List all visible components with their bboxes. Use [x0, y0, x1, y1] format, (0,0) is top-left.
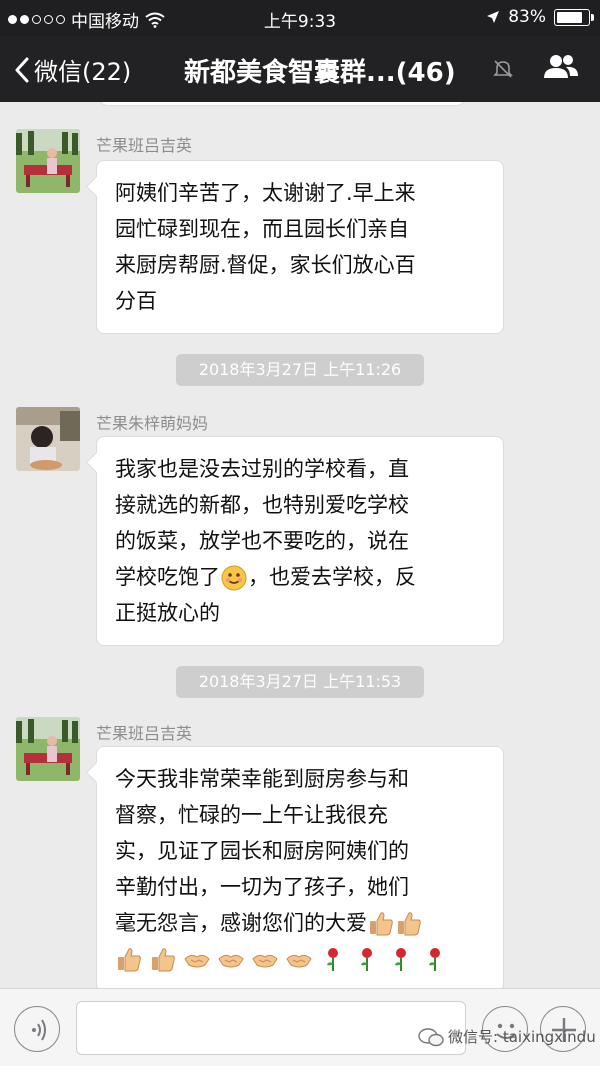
handshake-emoji — [218, 954, 244, 968]
wechat-logo-icon — [418, 1027, 444, 1046]
message-bubble[interactable]: 我家也是没去过别的学校看，直 接就选的新都，也特别爱吃学校 的饭菜，放学也不要吃… — [96, 436, 504, 646]
battery-icon — [554, 8, 594, 26]
thumbs-up-emoji — [118, 948, 141, 972]
handshake-emoji — [184, 954, 210, 968]
thumbs-up-emoji — [370, 912, 393, 936]
message-input[interactable] — [76, 1001, 466, 1055]
thumbs-up-emoji — [152, 948, 175, 972]
message-line: 阿姨们辛苦了，太谢谢了.早上来 — [115, 181, 416, 205]
message-line: 毫无怨言，感谢您们的大爱 — [115, 905, 485, 941]
voice-input-button[interactable] — [14, 1006, 60, 1052]
emoji-row — [115, 941, 485, 977]
sender-name: 芒果班吕吉英 — [96, 136, 193, 155]
sender-name: 芒果班吕吉英 — [96, 724, 193, 743]
smile-emoji — [221, 565, 247, 591]
message-line: 接就选的新都，也特别爱吃学校 — [115, 493, 409, 517]
message-line: 正挺放心的 — [115, 601, 220, 625]
rose-emoji — [429, 948, 440, 971]
message-line: 的饭菜，放学也不要吃的，说在 — [115, 529, 409, 553]
rose-emoji — [361, 948, 372, 971]
previous-message-bubble — [98, 102, 466, 106]
message-line: 学校吃饱了 ，也爱去学校，反 — [115, 559, 485, 595]
back-button[interactable]: 微信(22) — [14, 52, 131, 87]
back-label: 微信(22) — [34, 58, 132, 86]
voice-wave-icon — [32, 1019, 46, 1041]
message-line: 实，见证了园长和厨房阿姨们的 — [115, 839, 409, 863]
location-arrow-icon — [487, 11, 500, 23]
timestamp-badge: 2018年3月27日 上午11:26 — [176, 354, 424, 386]
rose-emoji — [327, 948, 338, 971]
handshake-emoji — [252, 954, 278, 968]
message-bubble[interactable]: 今天我非常荣幸能到厨房参与和 督察，忙碌的一上午让我很充 实，见证了园长和厨房阿… — [96, 746, 504, 988]
battery-percent: 83% — [508, 7, 546, 27]
status-bar: 中国移动 上午9:33 83% — [0, 0, 600, 36]
message-line: 今天我非常荣幸能到厨房参与和 — [115, 767, 409, 791]
message-line: 来厨房帮厨.督促，家长们放心百 — [115, 253, 416, 277]
message-line: 分百 — [115, 289, 157, 313]
avatar[interactable] — [16, 407, 80, 471]
message-bubble[interactable]: 阿姨们辛苦了，太谢谢了.早上来 园忙碌到现在，而且园长们亲自 来厨房帮厨.督促，… — [96, 160, 504, 334]
mute-bell-icon — [493, 60, 513, 78]
chat-messages[interactable]: 芒果班吕吉英 阿姨们辛苦了，太谢谢了.早上来 园忙碌到现在，而且园长们亲自 来厨… — [0, 102, 600, 988]
avatar[interactable] — [16, 129, 80, 193]
chevron-left-icon — [15, 57, 29, 82]
message-line: 督察，忙碌的一上午让我很充 — [115, 803, 388, 827]
message-line: 园忙碌到现在，而且园长们亲自 — [115, 217, 409, 241]
watermark: 微信号: taixingxindu — [418, 1026, 596, 1047]
sender-name: 芒果朱梓萌妈妈 — [96, 414, 209, 433]
avatar[interactable] — [16, 717, 80, 781]
handshake-emoji — [286, 954, 312, 968]
thumbs-up-emoji — [398, 912, 421, 936]
watermark-text: 微信号: taixingxindu — [448, 1028, 596, 1046]
chat-title: 新都美食智囊群...(46) — [184, 58, 456, 88]
message-line: 我家也是没去过别的学校看，直 — [115, 457, 409, 481]
message-line: 辛勤付出，一切为了孩子，她们 — [115, 875, 409, 899]
rose-emoji — [395, 948, 406, 971]
group-members-icon[interactable] — [542, 52, 580, 80]
timestamp-badge: 2018年3月27日 上午11:53 — [176, 666, 424, 698]
